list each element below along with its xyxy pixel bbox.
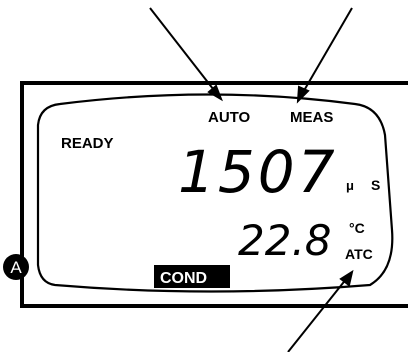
- unit-siemens-label: S: [371, 177, 380, 193]
- atc-label: ATC: [345, 246, 373, 262]
- meter-lcd-diagram: READY AUTO MEAS 1507 μ S 22.8 °C ATC CON…: [3, 7, 408, 352]
- callout-marker-label: A: [10, 258, 22, 277]
- temperature-reading: 22.8: [238, 216, 332, 265]
- arrowhead-auto: [207, 84, 223, 102]
- callout-marker-a: A: [3, 254, 29, 280]
- mode-meas-label: MEAS: [290, 109, 333, 126]
- status-ready-label: READY: [61, 135, 114, 152]
- mode-auto-label: AUTO: [208, 109, 251, 126]
- conductivity-reading: 1507: [178, 138, 338, 206]
- temp-unit-label: °C: [349, 220, 365, 236]
- cond-badge-label: COND: [160, 270, 207, 287]
- unit-micro-label: μ: [346, 178, 354, 193]
